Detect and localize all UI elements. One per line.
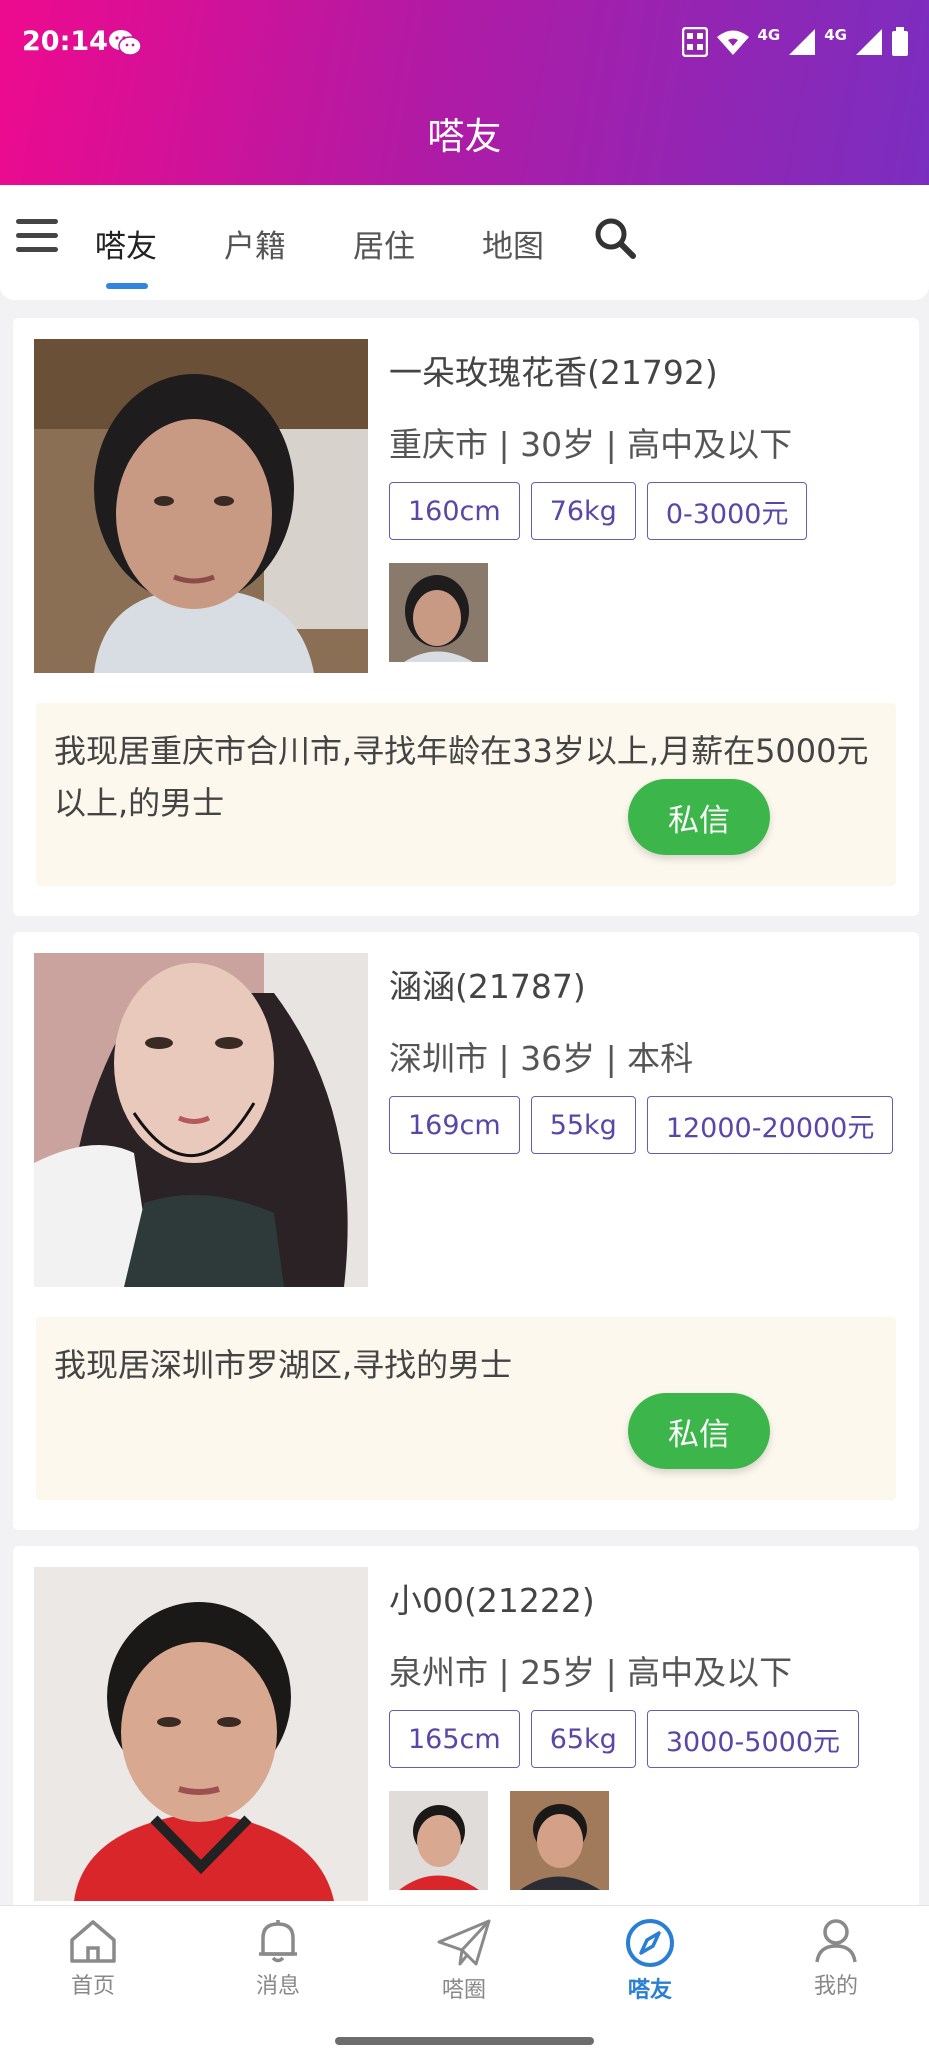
paper-plane-icon bbox=[437, 1919, 491, 1966]
nav-profile[interactable]: 我的 bbox=[776, 1918, 896, 2000]
tab-bar: 嗒友 户籍 居住 地图 bbox=[0, 185, 929, 300]
tab-huji[interactable]: 户籍 bbox=[224, 221, 286, 266]
height-tag: 160cm bbox=[389, 482, 520, 540]
profile-name: 小00(21222) bbox=[389, 1581, 595, 1620]
income-tag: 12000-20000元 bbox=[646, 1096, 894, 1154]
profile-bio: 我现居深圳市罗湖区,寻找的男士 私信 bbox=[36, 1317, 896, 1500]
nav-label: 我的 bbox=[813, 1974, 858, 1999]
profile-name: 一朵玫瑰花香(21792) bbox=[389, 353, 718, 392]
height-tag: 169cm bbox=[389, 1096, 520, 1154]
photo-thumbnails bbox=[389, 1791, 609, 1890]
bottom-navigation: 首页 消息 嗒圈 嗒友 我的 bbox=[0, 1905, 929, 2065]
private-message-button[interactable]: 私信 bbox=[628, 1393, 770, 1469]
status-indicators: 4G 4G bbox=[681, 24, 910, 60]
income-tag: 0-3000元 bbox=[646, 482, 808, 540]
bio-text: 我现居深圳市罗湖区,寻找的男士 bbox=[54, 1346, 513, 1384]
profile-info: 泉州市 | 25岁 | 高中及以下 bbox=[389, 1653, 793, 1692]
weight-tag: 76kg bbox=[530, 482, 636, 540]
profile-card[interactable]: 涵涵(21787) 深圳市 | 36岁 | 本科 169cm 55kg 1200… bbox=[13, 932, 919, 1530]
tab-juzhu[interactable]: 居住 bbox=[353, 221, 415, 266]
photo-thumbnails bbox=[389, 563, 488, 662]
search-icon[interactable] bbox=[594, 217, 636, 259]
tab-ditu[interactable]: 地图 bbox=[482, 221, 544, 266]
profile-info: 深圳市 | 36岁 | 本科 bbox=[389, 1039, 694, 1078]
avatar[interactable] bbox=[34, 953, 368, 1287]
weight-tag: 55kg bbox=[530, 1096, 636, 1154]
avatar[interactable] bbox=[34, 1567, 368, 1901]
profile-name: 涵涵(21787) bbox=[389, 967, 586, 1006]
profile-tags: 165cm 65kg 3000-5000元 bbox=[389, 1710, 859, 1768]
profile-info: 重庆市 | 30岁 | 高中及以下 bbox=[389, 425, 793, 464]
nav-home[interactable]: 首页 bbox=[33, 1918, 153, 2000]
status-bar: 20:14 4G 4G bbox=[0, 0, 929, 86]
photo-thumbnail[interactable] bbox=[510, 1791, 609, 1890]
nav-label: 嗒友 bbox=[627, 1978, 672, 2003]
status-time: 20:14 bbox=[22, 26, 108, 57]
nav-messages[interactable]: 消息 bbox=[218, 1918, 338, 2000]
nav-label: 首页 bbox=[70, 1974, 115, 1999]
network-type-2: 4G bbox=[824, 26, 847, 44]
signal-icon-2 bbox=[856, 29, 882, 55]
nfc-icon bbox=[681, 27, 708, 57]
home-indicator bbox=[335, 2037, 594, 2045]
nav-friends[interactable]: 嗒友 bbox=[590, 1918, 710, 2004]
photo-thumbnail[interactable] bbox=[389, 1791, 488, 1890]
profile-card[interactable]: 一朵玫瑰花香(21792) 重庆市 | 30岁 | 高中及以下 160cm 76… bbox=[13, 318, 919, 916]
photo-thumbnail[interactable] bbox=[389, 563, 488, 662]
home-icon bbox=[70, 1920, 116, 1963]
menu-icon[interactable] bbox=[16, 219, 58, 255]
profile-tags: 160cm 76kg 0-3000元 bbox=[389, 482, 808, 540]
avatar[interactable] bbox=[34, 339, 368, 673]
user-icon bbox=[815, 1919, 857, 1963]
page-title: 嗒友 bbox=[427, 115, 502, 158]
wifi-icon bbox=[716, 30, 749, 55]
tab-taiyou[interactable]: 嗒友 bbox=[95, 221, 157, 266]
private-message-button[interactable]: 私信 bbox=[628, 779, 770, 855]
weight-tag: 65kg bbox=[530, 1710, 636, 1768]
profile-tags: 169cm 55kg 12000-20000元 bbox=[389, 1096, 894, 1154]
nav-label: 嗒圈 bbox=[441, 1978, 486, 2003]
network-type-1: 4G bbox=[757, 26, 781, 44]
active-tab-indicator bbox=[106, 283, 148, 289]
profile-bio: 我现居重庆市合川市,寻找年龄在33岁以上,月薪在5000元以上,的男士 私信 bbox=[36, 703, 896, 886]
signal-icon-1 bbox=[789, 29, 816, 55]
battery-icon bbox=[892, 27, 908, 56]
bell-icon bbox=[259, 1920, 297, 1963]
income-tag: 3000-5000元 bbox=[646, 1710, 859, 1768]
app-header: 20:14 4G 4G 嗒友 bbox=[0, 0, 929, 185]
compass-icon bbox=[626, 1919, 674, 1967]
profile-card[interactable]: 小00(21222) 泉州市 | 25岁 | 高中及以下 165cm 65kg … bbox=[13, 1546, 919, 1966]
height-tag: 165cm bbox=[389, 1710, 520, 1768]
wechat-icon bbox=[109, 30, 142, 56]
nav-label: 消息 bbox=[255, 1974, 300, 1999]
nav-circle[interactable]: 嗒圈 bbox=[404, 1918, 524, 2004]
